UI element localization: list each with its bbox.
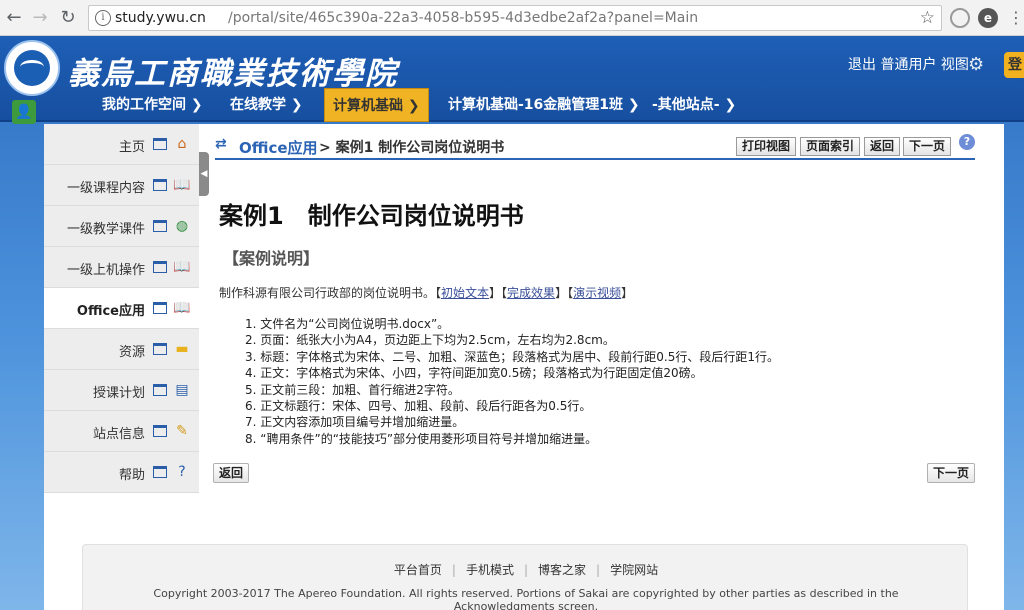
nav-computer-basics-class[interactable]: 计算机基础-16金融管理1班 ❯ bbox=[448, 88, 640, 122]
nav-computer-basics[interactable]: 计算机基础 ❯ bbox=[324, 88, 429, 122]
document-icon: ▤ bbox=[175, 382, 189, 398]
user-menu[interactable]: 退出 普通用户 视图 bbox=[848, 54, 969, 74]
extension-icon[interactable] bbox=[950, 8, 970, 28]
sidebar-item-home[interactable]: 主页 ⌂ bbox=[44, 124, 199, 165]
print-view-button[interactable]: 打印视图 bbox=[736, 137, 797, 156]
tool-content: ⇄ Office应用 > 案例1 制作公司岗位说明书 打印视图 页面索引 返回 … bbox=[209, 124, 1004, 610]
book-icon: 📖 bbox=[173, 300, 191, 316]
person-icon[interactable]: 👤 bbox=[12, 100, 36, 124]
browser-toolbar: ← → ↻ i study.ywu.cn /portal/site/465c39… bbox=[0, 0, 1024, 36]
bookmark-star-icon[interactable]: ☆ bbox=[920, 8, 935, 28]
list-item: 1. 文件名为“公司岗位说明书.docx”。 bbox=[245, 317, 450, 331]
popout-window-icon[interactable] bbox=[153, 261, 167, 273]
list-item: 3. 标题：字体格式为宋体、二号、加粗、深蓝色；段落格式为居中、段前行距0.5行… bbox=[245, 349, 779, 364]
reload-icon[interactable]: ↻ bbox=[56, 6, 80, 30]
nav-online-teaching[interactable]: 在线教学 ❯ bbox=[230, 88, 303, 122]
list-item: 8. “聘用条件”的“技能技巧”部分使用菱形项目符号并增加缩进量。 bbox=[245, 431, 598, 446]
site-header: 義烏工商職業技術學院 退出 普通用户 视图 ⚙ 登 我的工作空间 ❯ 在线教学 … bbox=[0, 36, 1024, 122]
popout-window-icon[interactable] bbox=[153, 425, 167, 437]
back-button[interactable]: 返回 bbox=[864, 137, 901, 156]
list-item: 2. 页面：纸张大小为A4，页边距上下均为2.5cm，左右均为2.8cm。 bbox=[245, 333, 615, 348]
settings-icon[interactable]: ⚙ bbox=[968, 54, 984, 75]
footer-link-platform-home[interactable]: 平台首页 bbox=[394, 563, 442, 577]
menu-icon[interactable]: ⋮ bbox=[1004, 6, 1024, 30]
next-page-button[interactable]: 下一页 bbox=[903, 137, 952, 156]
sidebar-item-help[interactable]: 帮助 ? bbox=[44, 452, 199, 493]
forward-arrow-icon[interactable]: → bbox=[28, 6, 52, 30]
bottom-next-page-button[interactable]: 下一页 bbox=[927, 463, 976, 483]
sidebar-item-course-content[interactable]: 一级课程内容 📖 bbox=[44, 165, 199, 206]
popout-window-icon[interactable] bbox=[153, 466, 167, 478]
copyright-text: Copyright 2003-2017 The Apereo Foundatio… bbox=[153, 587, 899, 610]
url-path: /portal/site/465c390a-22a3-4058-b595-4d3… bbox=[228, 10, 699, 26]
popout-window-icon[interactable] bbox=[153, 343, 167, 355]
edit-icon: ✎ bbox=[176, 423, 188, 439]
sidebar-item-label: 一级上机操作 bbox=[66, 263, 145, 278]
extension-e-icon[interactable]: e bbox=[978, 8, 998, 28]
help-icon: ? bbox=[178, 464, 186, 480]
globe-icon: ◍ bbox=[175, 218, 189, 234]
sidebar-item-label: Office应用 bbox=[76, 304, 145, 319]
popout-window-icon[interactable] bbox=[153, 384, 167, 396]
info-icon[interactable]: i bbox=[95, 10, 111, 26]
sidebar-item-label: 站点信息 bbox=[92, 427, 145, 442]
intro-sentence: 制作科源有限公司行政部的岗位说明书。【 bbox=[219, 286, 442, 300]
home-icon: ⌂ bbox=[177, 136, 187, 152]
nav-other-sites[interactable]: -其他站点- ❯ bbox=[652, 88, 736, 122]
page-wrapper: 主页 ⌂ 一级课程内容 📖 一级教学课件 ◍ 一级上机操作 📖 Office应用… bbox=[44, 124, 1004, 610]
folder-icon: ▬ bbox=[175, 341, 189, 357]
sidebar-item-label: 一级教学课件 bbox=[66, 222, 145, 237]
footer-links: 平台首页 | 手机模式 | 博客之家 | 学院网站 bbox=[393, 563, 659, 577]
sidebar-item-site-info[interactable]: 站点信息 ✎ bbox=[44, 411, 199, 452]
sidebar-item-lab-operations[interactable]: 一级上机操作 📖 bbox=[44, 247, 199, 288]
sidebar-item-label: 一级课程内容 bbox=[66, 181, 145, 196]
breadcrumb-link[interactable]: Office应用 bbox=[239, 137, 318, 158]
url-host: study.ywu.cn bbox=[115, 10, 206, 26]
requirements-list: 1. 文件名为“公司岗位说明书.docx”。 2. 页面：纸张大小为A4，页边距… bbox=[245, 316, 779, 447]
list-item: 7. 正文内容添加项目编号并增加缩进量。 bbox=[245, 415, 465, 430]
breadcrumb: ⇄ Office应用 > 案例1 制作公司岗位说明书 打印视图 页面索引 返回 … bbox=[215, 134, 975, 160]
list-item: 4. 正文：字体格式为宋体、小四，字符间距加宽0.5磅；段落格式为行距固定值20… bbox=[245, 366, 703, 381]
intro-text: 制作科源有限公司行政部的岗位说明书。【初始文本】【完成效果】【演示视频】 bbox=[219, 286, 634, 300]
page-title: 案例1 制作公司岗位说明书 bbox=[219, 202, 524, 230]
college-logo[interactable] bbox=[4, 40, 60, 96]
sidebar-item-label: 授课计划 bbox=[92, 386, 145, 401]
section-heading: 【案例说明】 bbox=[223, 249, 320, 268]
sidebar-item-label: 帮助 bbox=[118, 468, 145, 483]
sidebar-item-syllabus[interactable]: 授课计划 ▤ bbox=[44, 370, 199, 411]
finished-effect-link[interactable]: 完成效果 bbox=[507, 286, 555, 300]
help-icon[interactable]: ? bbox=[959, 134, 975, 150]
footer-link-mobile-mode[interactable]: 手机模式 bbox=[466, 563, 514, 577]
sidebar-item-resources[interactable]: 资源 ▬ bbox=[44, 329, 199, 370]
sidebar-item-office-apps[interactable]: Office应用 📖 bbox=[44, 288, 199, 329]
popout-window-icon[interactable] bbox=[153, 138, 167, 150]
account-button[interactable]: 登 bbox=[1004, 52, 1024, 78]
initial-text-link[interactable]: 初始文本 bbox=[441, 286, 489, 300]
college-name: 義烏工商職業技術學院 bbox=[68, 56, 398, 92]
demo-video-link[interactable]: 演示视频 bbox=[573, 286, 621, 300]
sidebar-item-label: 主页 bbox=[118, 140, 145, 155]
popout-window-icon[interactable] bbox=[153, 179, 167, 191]
popout-window-icon[interactable] bbox=[153, 220, 167, 232]
book-icon: 📖 bbox=[173, 259, 191, 275]
tool-sidebar: 主页 ⌂ 一级课程内容 📖 一级教学课件 ◍ 一级上机操作 📖 Office应用… bbox=[44, 124, 199, 493]
sidebar-item-courseware[interactable]: 一级教学课件 ◍ bbox=[44, 206, 199, 247]
footer-link-college-site[interactable]: 学院网站 bbox=[610, 563, 658, 577]
list-item: 5. 正文前三段：加粗、首行缩进2字符。 bbox=[245, 382, 460, 397]
collapse-sidebar-toggle[interactable]: ◀ bbox=[199, 152, 209, 196]
page-index-button[interactable]: 页面索引 bbox=[800, 137, 861, 156]
list-item: 6. 正文标题行：宋体、四号、加粗、段前、段后行距各为0.5行。 bbox=[245, 399, 592, 414]
sidebar-item-label: 资源 bbox=[118, 345, 145, 360]
popout-window-icon[interactable] bbox=[153, 302, 167, 314]
bottom-back-button[interactable]: 返回 bbox=[213, 463, 250, 483]
footer-link-blog-home[interactable]: 博客之家 bbox=[538, 563, 586, 577]
nav-my-workspace[interactable]: 我的工作空间 ❯ bbox=[102, 88, 203, 122]
book-icon: 📖 bbox=[173, 177, 191, 193]
address-bar[interactable]: i study.ywu.cn /portal/site/465c390a-22a… bbox=[88, 5, 942, 31]
refresh-icon[interactable]: ⇄ bbox=[215, 136, 227, 152]
back-arrow-icon[interactable]: ← bbox=[2, 6, 26, 30]
page-footer: 平台首页 | 手机模式 | 博客之家 | 学院网站 Copyright 2003-2017 … bbox=[82, 544, 968, 610]
breadcrumb-current: > 案例1 制作公司岗位说明书 bbox=[319, 140, 505, 156]
